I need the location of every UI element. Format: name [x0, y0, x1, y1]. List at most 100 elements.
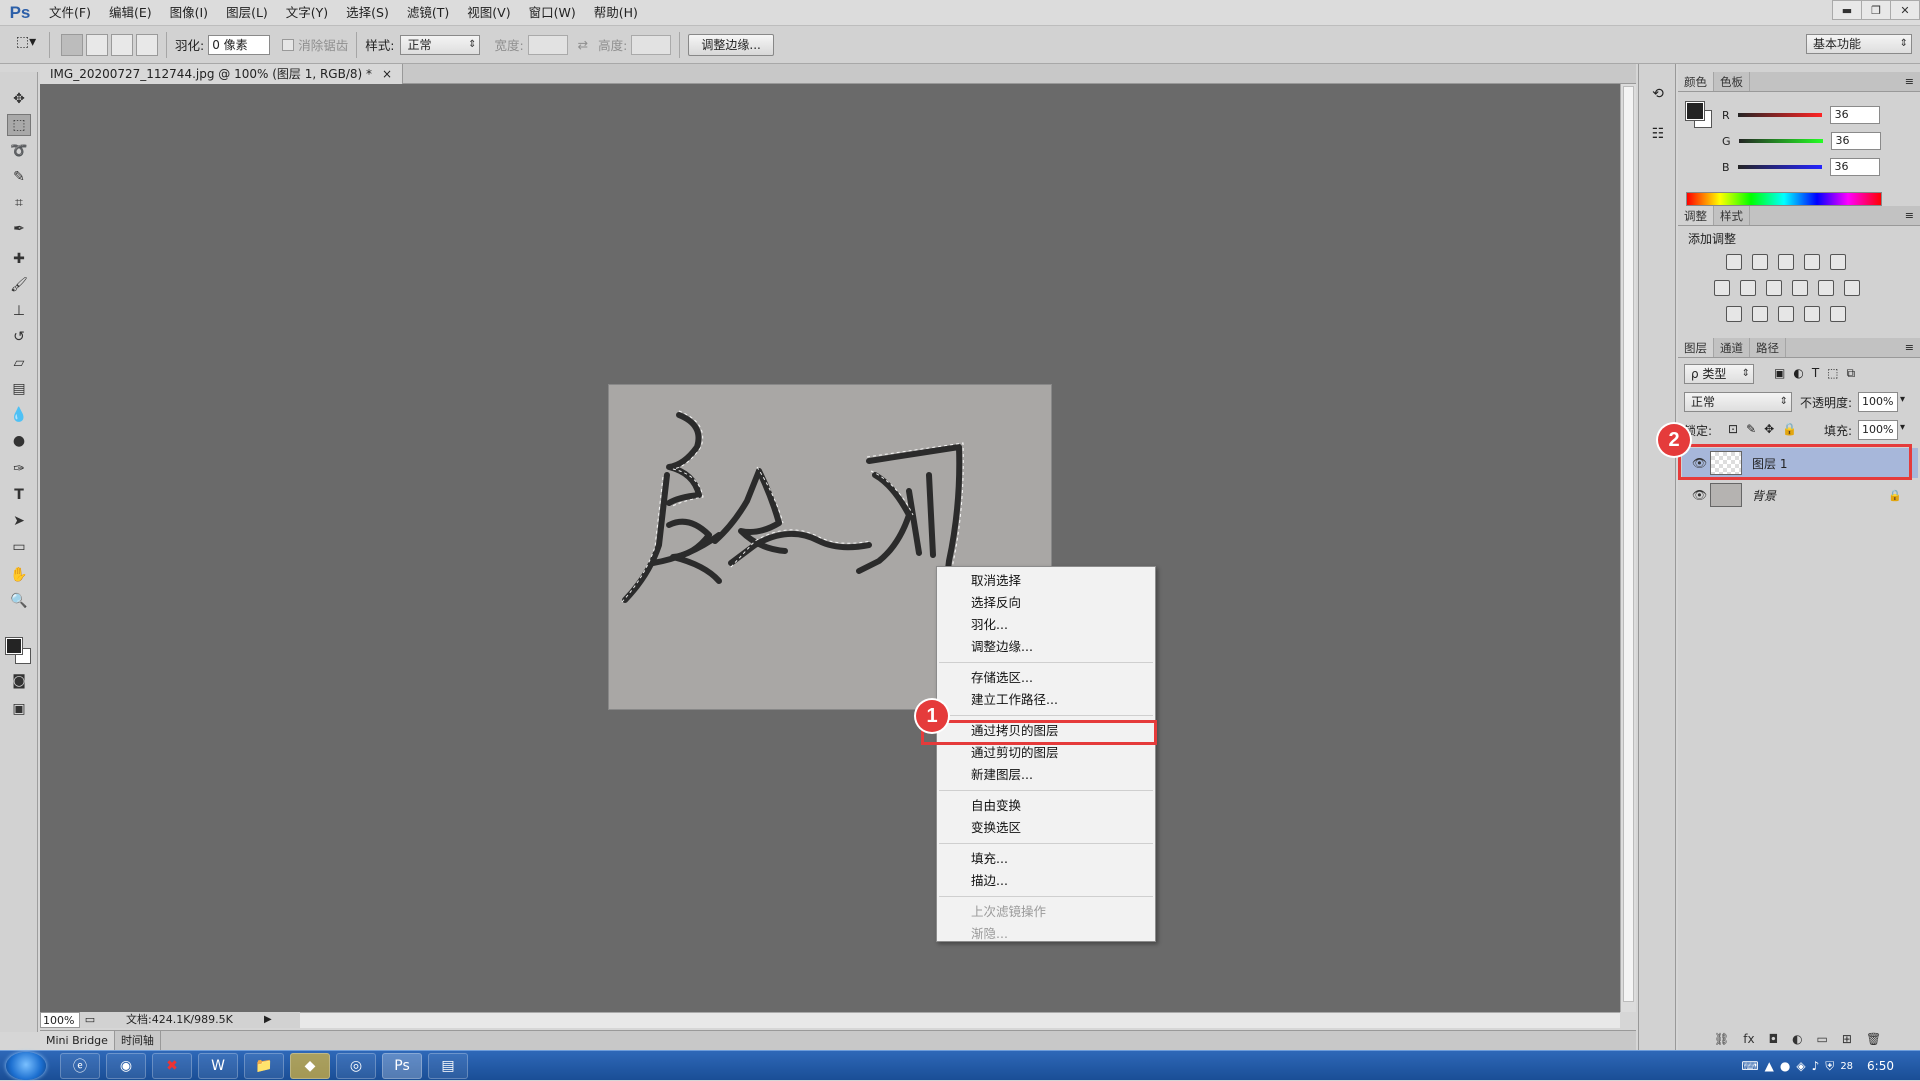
- workspace-select[interactable]: 基本功能: [1806, 34, 1912, 54]
- clone-stamp-tool-icon[interactable]: ⊥: [7, 300, 31, 322]
- link-layers-icon[interactable]: ⛓: [1714, 1032, 1729, 1046]
- shape-filter-icon[interactable]: ⬚: [1827, 366, 1838, 381]
- zoom-level[interactable]: 100%: [40, 1012, 80, 1028]
- layer-row-background[interactable]: 👁 背景 🔒: [1682, 480, 1918, 510]
- screen-mode-icon[interactable]: ▣: [7, 698, 31, 720]
- photo-filter-icon[interactable]: [1792, 280, 1808, 296]
- minimize-button[interactable]: ▬: [1832, 0, 1862, 20]
- tab-adjustments[interactable]: 调整: [1678, 206, 1714, 225]
- ctx-select-inverse[interactable]: 选择反向: [937, 592, 1155, 614]
- dodge-tool-icon[interactable]: ●: [7, 430, 31, 452]
- refine-edge-button[interactable]: 调整边缘...: [688, 33, 774, 56]
- network-icon[interactable]: ◈: [1796, 1059, 1805, 1073]
- opacity-dropdown-icon[interactable]: ▾: [1900, 394, 1905, 405]
- quick-select-tool-icon[interactable]: ✎: [7, 166, 31, 188]
- ctx-layer-via-copy[interactable]: 通过拷贝的图层: [921, 720, 1157, 745]
- menu-item-file[interactable]: 文件(F): [40, 0, 100, 26]
- invert-icon[interactable]: [1726, 306, 1742, 322]
- width-input[interactable]: [527, 34, 568, 55]
- e-icon[interactable]: ⓔ: [60, 1053, 100, 1079]
- vertical-scrollbar[interactable]: [1620, 84, 1636, 1012]
- move-tool-icon[interactable]: ✥: [7, 88, 31, 110]
- ctx-free-transform[interactable]: 自由变换: [937, 795, 1155, 817]
- vibrance-icon[interactable]: [1830, 254, 1846, 270]
- fill-dropdown-icon[interactable]: ▾: [1900, 422, 1905, 433]
- crop-tool-icon[interactable]: ⌗: [7, 192, 31, 214]
- eraser-tool-icon[interactable]: ▱: [7, 352, 31, 374]
- blur-tool-icon[interactable]: 💧: [7, 404, 31, 426]
- document-tab[interactable]: IMG_20200727_112744.jpg @ 100% (图层 1, RG…: [40, 64, 404, 84]
- tab-timeline[interactable]: 时间轴: [115, 1031, 161, 1050]
- lock-image-icon[interactable]: ✎: [1746, 422, 1756, 436]
- style-select[interactable]: 正常: [400, 34, 481, 55]
- ctx-stroke[interactable]: 描边...: [937, 870, 1155, 892]
- ctx-deselect[interactable]: 取消选择: [937, 570, 1155, 592]
- notepad-icon[interactable]: ▤: [428, 1053, 468, 1079]
- chrome-icon[interactable]: ◎: [336, 1053, 376, 1079]
- r-input[interactable]: 36: [1829, 106, 1880, 124]
- menu-item-view[interactable]: 视图(V): [458, 0, 519, 26]
- tab-styles[interactable]: 样式: [1714, 206, 1750, 225]
- menu-item-type[interactable]: 文字(Y): [277, 0, 337, 26]
- subtract-selection-icon[interactable]: [111, 33, 133, 56]
- panel-fg-swatch[interactable]: [1685, 101, 1705, 121]
- tab-color[interactable]: 颜色: [1678, 72, 1714, 91]
- layer-mask-icon[interactable]: ◘: [1769, 1032, 1779, 1046]
- healing-brush-tool-icon[interactable]: ✚: [7, 248, 31, 270]
- tray-expand-icon[interactable]: ▲: [1765, 1059, 1774, 1073]
- lock-transparent-icon[interactable]: ⊡: [1728, 422, 1738, 436]
- menu-item-filter[interactable]: 滤镜(T): [398, 0, 458, 26]
- layer-style-icon[interactable]: fx: [1743, 1032, 1754, 1046]
- r-slider[interactable]: [1737, 113, 1822, 117]
- layer-name[interactable]: 背景: [1752, 487, 1776, 504]
- black-white-icon[interactable]: [1766, 280, 1782, 296]
- marquee-preset-icon[interactable]: ⬚▾: [11, 34, 41, 56]
- g-input[interactable]: 36: [1830, 132, 1881, 150]
- tab-channels[interactable]: 通道: [1714, 338, 1750, 357]
- keyboard-icon[interactable]: ⌨: [1741, 1059, 1758, 1073]
- lasso-tool-icon[interactable]: ➰: [7, 140, 31, 162]
- explorer-icon[interactable]: 📁: [244, 1053, 284, 1079]
- menu-item-select[interactable]: 选择(S): [337, 0, 398, 26]
- close-button[interactable]: ✕: [1890, 0, 1920, 20]
- foreground-color-swatch[interactable]: [5, 637, 23, 655]
- close-tab-icon[interactable]: ×: [382, 64, 392, 84]
- opacity-input[interactable]: 100%: [1858, 392, 1898, 412]
- new-group-icon[interactable]: ▭: [1817, 1032, 1828, 1046]
- delete-layer-icon[interactable]: 🗑: [1866, 1032, 1881, 1046]
- scroll-thumb[interactable]: [1623, 86, 1634, 1002]
- type-filter-icon[interactable]: T: [1812, 366, 1819, 381]
- add-selection-icon[interactable]: [86, 33, 108, 56]
- menu-item-window[interactable]: 窗口(W): [520, 0, 585, 26]
- photoshop-icon[interactable]: Ps: [382, 1053, 422, 1079]
- channel-mixer-icon[interactable]: [1818, 280, 1834, 296]
- new-selection-icon[interactable]: [61, 33, 83, 56]
- brush-tool-icon[interactable]: 🖌: [7, 274, 31, 296]
- eyedropper-tool-icon[interactable]: ✒: [7, 218, 31, 240]
- security-icon[interactable]: ⛨: [1825, 1059, 1834, 1074]
- fill-input[interactable]: 100%: [1858, 420, 1898, 440]
- menu-item-layer[interactable]: 图层(L): [217, 0, 277, 26]
- type-tool-icon[interactable]: T: [7, 484, 31, 506]
- adjustment-filter-icon[interactable]: ◐: [1793, 366, 1803, 381]
- history-panel-icon[interactable]: ⟲: [1648, 86, 1668, 106]
- feather-input[interactable]: 0 像素: [208, 34, 271, 55]
- history-brush-tool-icon[interactable]: ↺: [7, 326, 31, 348]
- menu-item-image[interactable]: 图像(I): [161, 0, 217, 26]
- panel-menu-icon[interactable]: ≡: [1905, 206, 1914, 226]
- zoom-tool-icon[interactable]: 🔍: [7, 590, 31, 612]
- status-icon[interactable]: ▭: [80, 1012, 100, 1028]
- exposure-icon[interactable]: [1804, 254, 1820, 270]
- height-input[interactable]: [631, 34, 672, 55]
- shape-tool-icon[interactable]: ▭: [7, 536, 31, 558]
- gradient-map-icon[interactable]: [1830, 306, 1846, 322]
- hue-saturation-icon[interactable]: [1714, 280, 1730, 296]
- ctx-feather[interactable]: 羽化...: [937, 614, 1155, 636]
- volume-icon[interactable]: ♪: [1812, 1059, 1820, 1073]
- horizontal-scrollbar[interactable]: [300, 1012, 1620, 1028]
- panel-menu-icon[interactable]: ≡: [1905, 72, 1914, 92]
- tab-layers[interactable]: 图层: [1678, 338, 1714, 357]
- b-slider[interactable]: [1737, 165, 1822, 169]
- tab-paths[interactable]: 路径: [1750, 338, 1786, 357]
- tab-swatches[interactable]: 色板: [1714, 72, 1750, 91]
